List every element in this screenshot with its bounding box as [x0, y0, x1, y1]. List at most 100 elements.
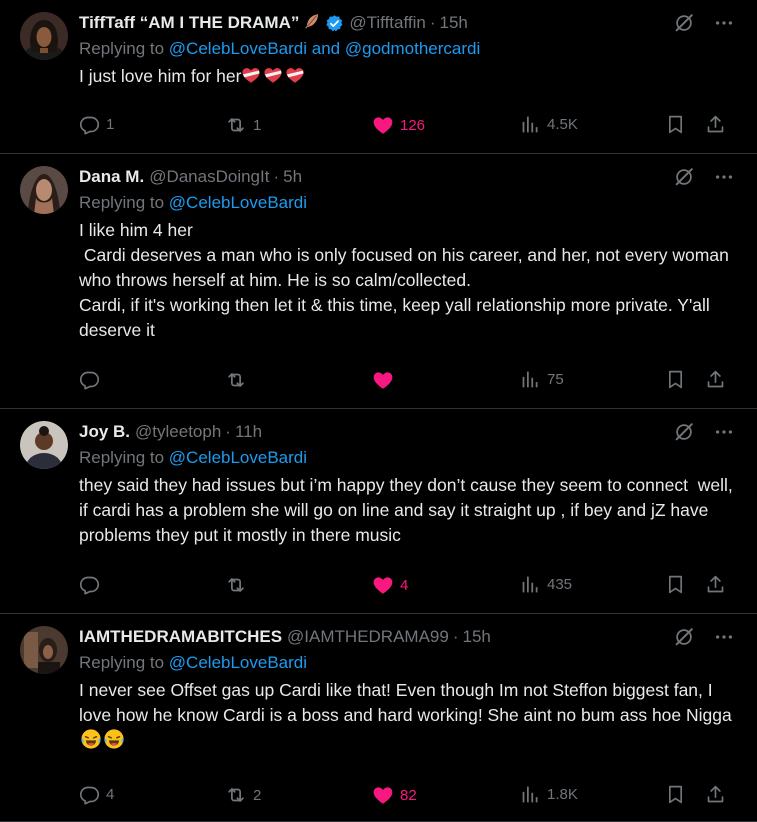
- bookmark-icon: [665, 114, 686, 135]
- timestamp[interactable]: 15h: [463, 627, 491, 647]
- views-count: 4.5K: [547, 116, 578, 133]
- mention-link[interactable]: @CelebLoveBardi: [169, 39, 307, 58]
- like-count: 126: [400, 116, 426, 134]
- more-icon[interactable]: [713, 421, 735, 443]
- views-count: 1.8K: [547, 786, 578, 803]
- reply-button[interactable]: [79, 574, 106, 595]
- avatar[interactable]: [20, 12, 68, 60]
- handle[interactable]: @tyleetoph: [135, 422, 221, 442]
- like-button[interactable]: [372, 369, 400, 391]
- share-button[interactable]: [705, 784, 726, 805]
- bookmark-icon: [665, 574, 686, 595]
- separator-dot: ·: [452, 627, 459, 646]
- like-count: 82: [400, 786, 417, 804]
- display-name[interactable]: TiffTaff “AM I THE DRAMA”: [79, 13, 299, 33]
- reply-button[interactable]: 4: [79, 784, 114, 805]
- feather-icon: [303, 12, 321, 34]
- repost-icon: [225, 369, 247, 391]
- replying-to: Replying to @CelebLoveBardi: [79, 650, 739, 676]
- mention-link[interactable]: @CelebLoveBardi: [169, 193, 307, 212]
- tweet[interactable]: IAMTHEDRAMABITCHES @IAMTHEDRAMA99 · 15h …: [0, 614, 757, 822]
- grok-icon[interactable]: [673, 421, 695, 443]
- bookmark-button[interactable]: [665, 114, 686, 135]
- avatar[interactable]: [20, 421, 68, 469]
- views-button[interactable]: 435: [520, 574, 572, 595]
- bookmark-icon: [665, 369, 686, 390]
- views-button[interactable]: 1.8K: [520, 784, 578, 805]
- reply-feed: TiffTaff “AM I THE DRAMA” @Tifftaffin · …: [0, 0, 757, 822]
- grok-icon[interactable]: [673, 626, 695, 648]
- separator-dot: ·: [429, 13, 436, 32]
- laughing-tears-emoji: [80, 728, 102, 750]
- share-icon: [705, 369, 726, 390]
- share-button[interactable]: [705, 369, 726, 390]
- views-button[interactable]: 75: [520, 369, 564, 390]
- display-name[interactable]: IAMTHEDRAMABITCHES: [79, 627, 282, 647]
- repost-button[interactable]: [225, 369, 253, 391]
- more-icon[interactable]: [713, 166, 735, 188]
- reply-button[interactable]: [79, 369, 106, 390]
- and-text: and: [311, 39, 341, 58]
- bookmark-button[interactable]: [665, 574, 686, 595]
- heart-ribbon-emoji: [241, 66, 261, 84]
- share-button[interactable]: [705, 574, 726, 595]
- reply-count: 1: [106, 116, 115, 133]
- tweet[interactable]: TiffTaff “AM I THE DRAMA” @Tifftaffin · …: [0, 0, 757, 154]
- avatar-image: [20, 421, 68, 469]
- bookmark-button[interactable]: [665, 369, 686, 390]
- display-name[interactable]: Dana M.: [79, 167, 144, 187]
- timestamp[interactable]: 11h: [235, 422, 262, 442]
- separator-dot: ·: [273, 167, 280, 186]
- tweet[interactable]: Dana M. @DanasDoingIt · 5h Replying to @…: [0, 154, 757, 409]
- tweet-text: I just love him for her: [79, 66, 242, 86]
- views-button[interactable]: 4.5K: [520, 114, 578, 135]
- repost-button[interactable]: 2: [225, 784, 261, 806]
- like-button[interactable]: 82: [372, 784, 417, 806]
- like-button[interactable]: 126: [372, 114, 425, 136]
- replying-label: Replying to: [79, 448, 165, 467]
- handle[interactable]: @DanasDoingIt: [149, 167, 269, 187]
- tweet-text: I like him 4 her Cardi deserves a man wh…: [79, 220, 729, 340]
- bookmark-button[interactable]: [665, 784, 686, 805]
- more-icon[interactable]: [713, 626, 735, 648]
- repost-icon: [225, 114, 247, 136]
- laughing-tears-emoji: [103, 728, 125, 750]
- share-button[interactable]: [705, 114, 726, 135]
- repost-button[interactable]: [225, 574, 253, 596]
- repost-button[interactable]: 1: [225, 114, 261, 136]
- replying-label: Replying to: [79, 39, 165, 58]
- views-icon: [520, 784, 541, 805]
- avatar[interactable]: [20, 626, 68, 674]
- display-name[interactable]: Joy B.: [79, 422, 130, 442]
- heart-ribbon-emoji: [263, 66, 283, 84]
- handle[interactable]: @Tifftaffin: [349, 13, 425, 33]
- repost-icon: [225, 574, 247, 596]
- reply-count: 4: [106, 786, 115, 803]
- handle[interactable]: @IAMTHEDRAMA99: [287, 627, 449, 647]
- replying-to: Replying to @CelebLoveBardi: [79, 445, 739, 471]
- grok-icon[interactable]: [673, 166, 695, 188]
- tweet-text: they said they had issues but i’m happy …: [79, 475, 738, 545]
- reply-button[interactable]: 1: [79, 114, 114, 135]
- share-icon: [705, 574, 726, 595]
- repost-count: 1: [253, 116, 262, 134]
- reply-icon: [79, 369, 100, 390]
- like-button[interactable]: 4: [372, 574, 408, 596]
- avatar-image: [20, 166, 68, 214]
- heart-ribbon-emoji: [285, 66, 305, 84]
- timestamp[interactable]: 5h: [283, 167, 302, 187]
- mention-link[interactable]: @godmothercardi: [345, 39, 480, 58]
- repost-count: 2: [253, 786, 262, 804]
- views-icon: [520, 369, 541, 390]
- reply-icon: [79, 574, 100, 595]
- like-icon: [372, 369, 394, 391]
- timestamp[interactable]: 15h: [440, 13, 468, 33]
- mention-link[interactable]: @CelebLoveBardi: [169, 448, 307, 467]
- mention-link[interactable]: @CelebLoveBardi: [169, 653, 307, 672]
- grok-icon[interactable]: [673, 12, 695, 34]
- like-icon: [372, 784, 394, 806]
- avatar[interactable]: [20, 166, 68, 214]
- tweet[interactable]: Joy B. @tyleetoph · 11h Replying to @Cel…: [0, 409, 757, 614]
- more-icon[interactable]: [713, 12, 735, 34]
- reply-icon: [79, 784, 100, 805]
